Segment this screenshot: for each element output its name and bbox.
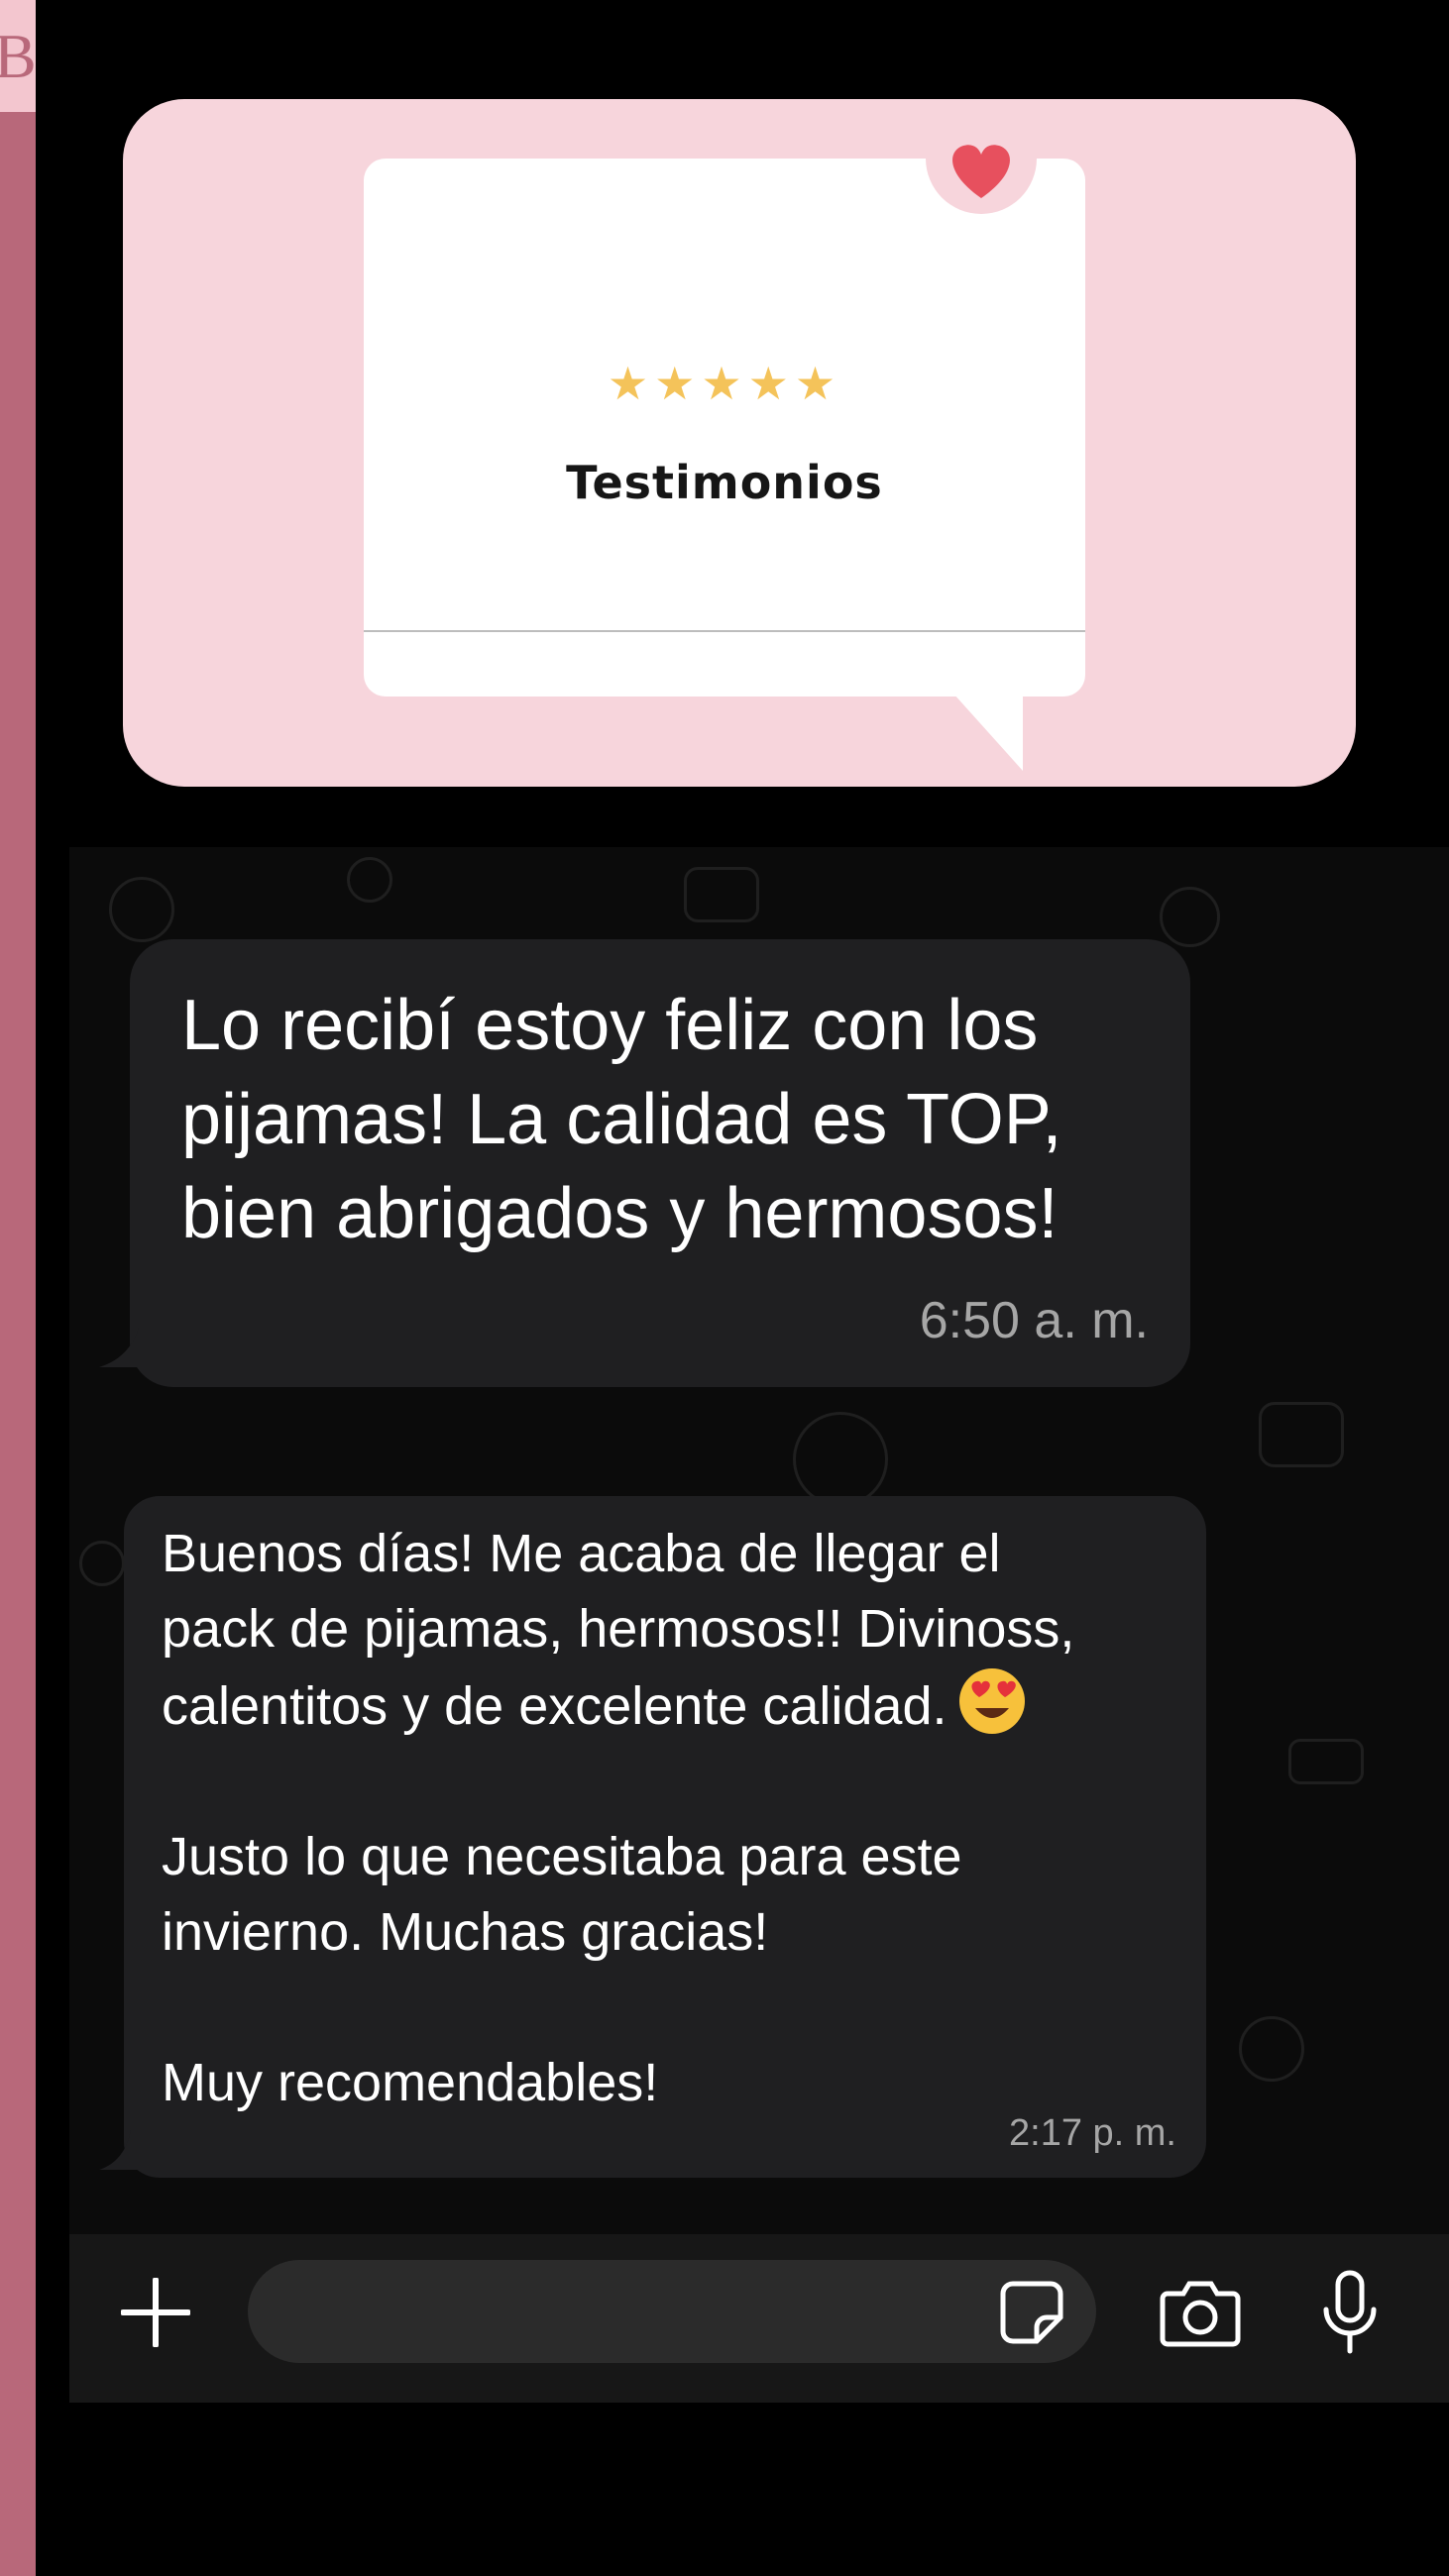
- side-tab: B: [0, 0, 36, 112]
- doodle-pattern: [347, 857, 392, 903]
- microphone-icon[interactable]: [1320, 2270, 1380, 2355]
- testimonials-speech-bubble: ★★★★★ Testimonios: [364, 159, 1085, 697]
- message-text-part: Buenos días! Me acaba de llegar el pack …: [162, 1524, 1075, 1736]
- message-text: Lo recibí estoy feliz con los pijamas! L…: [181, 986, 1062, 1253]
- message-tail: [99, 1328, 159, 1367]
- doodle-pattern: [109, 877, 174, 942]
- sticker-icon[interactable]: [999, 2280, 1064, 2345]
- doodle-pattern: [1259, 1402, 1344, 1467]
- message-timestamp: 6:50 a. m.: [919, 1292, 1149, 1349]
- heart-eyes-emoji-icon: [958, 1668, 1025, 1734]
- chat-message-bubble[interactable]: Lo recibí estoy feliz con los pijamas! L…: [130, 939, 1190, 1387]
- doodle-pattern: [1288, 1739, 1364, 1784]
- left-side-strip: B: [0, 0, 36, 2576]
- message-tail: [99, 2130, 149, 2170]
- message-composer: [69, 2234, 1449, 2403]
- chat-message-bubble[interactable]: Buenos días! Me acaba de llegar el pack …: [124, 1496, 1206, 2178]
- heart-icon: [926, 119, 1037, 214]
- doodle-pattern: [684, 867, 759, 922]
- card-divider: [364, 630, 1085, 632]
- message-timestamp: 2:17 p. m.: [1009, 2112, 1176, 2154]
- doodle-pattern: [1239, 2016, 1304, 2082]
- rating-stars: ★★★★★: [607, 357, 842, 410]
- speech-bubble-tail: [953, 694, 1023, 771]
- message-text-part: Justo lo que necesitaba para este invier…: [162, 1827, 962, 2112]
- doodle-pattern: [793, 1412, 888, 1507]
- testimonials-card: ★★★★★ Testimonios: [123, 99, 1356, 787]
- camera-icon[interactable]: [1160, 2278, 1241, 2347]
- plus-icon[interactable]: [121, 2278, 190, 2347]
- testimonials-title: Testimonios: [566, 456, 883, 509]
- message-input[interactable]: [248, 2260, 1096, 2363]
- message-text: Buenos días! Me acaba de llegar el pack …: [162, 1516, 1192, 2120]
- doodle-pattern: [79, 1541, 125, 1586]
- doodle-pattern: [1160, 887, 1220, 947]
